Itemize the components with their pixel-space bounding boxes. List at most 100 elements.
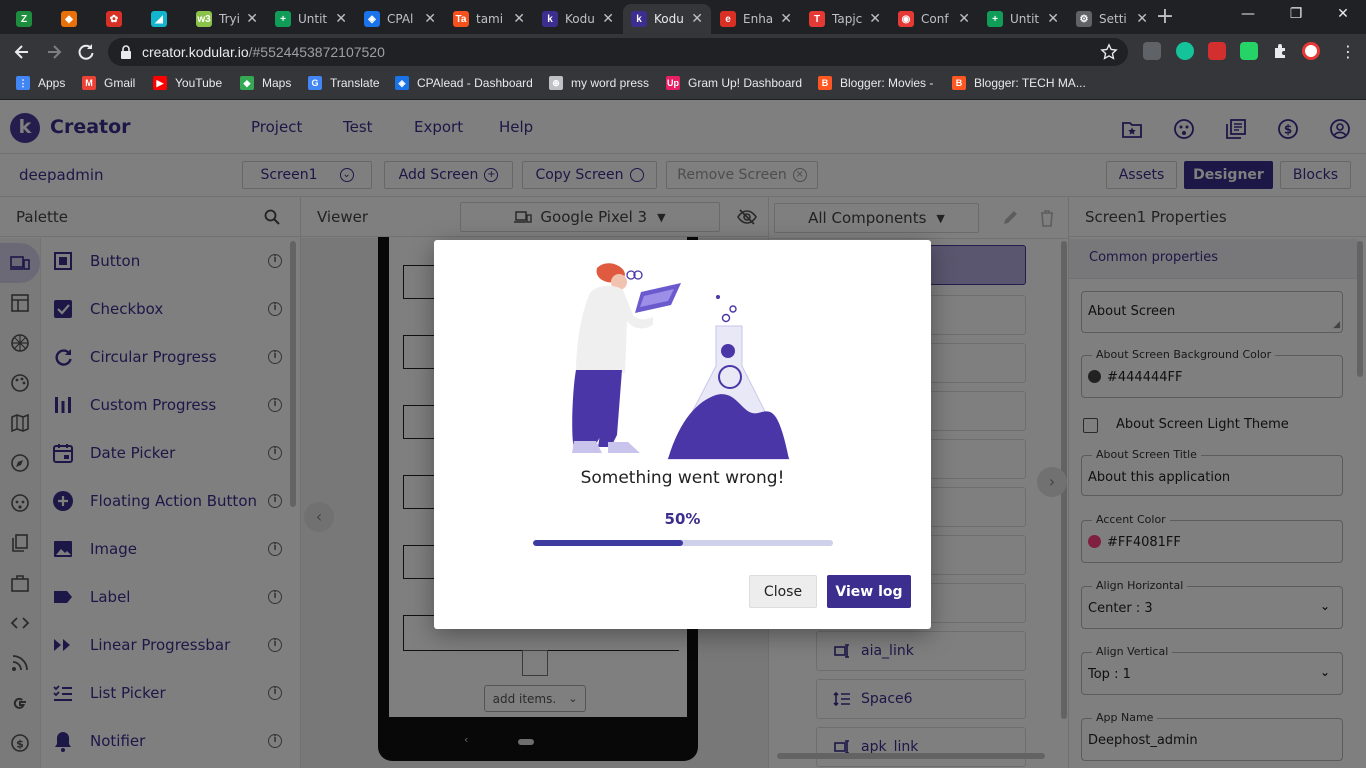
maximize-button[interactable]: ❐ (1286, 6, 1306, 22)
tab-favicon-icon: ⚙ (1076, 11, 1092, 27)
dialog-progress-fill (533, 540, 683, 546)
bookmark-icon: ▶ (153, 76, 167, 90)
tab-item[interactable]: ◆ (53, 4, 97, 34)
bookmark-star-icon[interactable] (1100, 43, 1118, 61)
url-text: creator.kodular.io/#5524453872107520 (142, 44, 385, 60)
back-icon[interactable] (12, 42, 32, 62)
bookmark-icon: M (82, 76, 96, 90)
bookmark-item[interactable]: ▶ YouTube (153, 76, 222, 90)
tab-favicon-icon: e (720, 11, 736, 27)
bookmark-icon: ⊕ (549, 76, 563, 90)
tab-favicon-icon: Z (16, 11, 32, 27)
whatsapp-extension-icon[interactable] (1240, 42, 1258, 60)
tab-item[interactable]: e Enha ✕ (712, 4, 800, 34)
tab-label: Untit (298, 12, 328, 26)
tab-favicon-icon: k (542, 11, 558, 27)
tab-label: Kodu (654, 12, 684, 26)
lock-icon (121, 45, 131, 59)
tab-close-icon[interactable]: ✕ (246, 11, 258, 27)
scientist-illustration (572, 263, 790, 460)
bookmark-label: Gram Up! Dashboard (688, 76, 803, 90)
tab-close-icon[interactable]: ✕ (869, 11, 881, 27)
tab-item[interactable]: k Kodu ✕ (623, 4, 711, 34)
tab-label: Setti (1099, 12, 1127, 26)
bookmark-icon: ◈ (395, 76, 409, 90)
tab-close-icon[interactable]: ✕ (691, 11, 703, 27)
tab-item[interactable]: ⚙ Setti ✕ (1068, 4, 1156, 34)
tab-label: Tapjc (832, 12, 863, 26)
tab-label: Enha (743, 12, 774, 26)
view-log-button[interactable]: View log (827, 575, 911, 608)
tab-close-icon[interactable]: ✕ (1136, 11, 1148, 27)
tab-favicon-icon: w3 (196, 11, 212, 27)
tab-item[interactable]: w3 Tryit ✕ (188, 4, 266, 34)
tab-label: Kodu (565, 12, 595, 26)
bookmark-item[interactable]: G Translate (308, 76, 380, 90)
url-path: /#5524453872107520 (248, 44, 385, 60)
bookmark-icon: G (308, 76, 322, 90)
browser-menu-icon[interactable]: ⋮ (1340, 42, 1356, 61)
tab-favicon-icon: ✿ (106, 11, 122, 27)
bookmark-item[interactable]: Up Gram Up! Dashboard (666, 76, 802, 90)
bookmark-label: Maps (262, 76, 292, 90)
close-window-button[interactable]: ✕ (1333, 6, 1353, 22)
new-tab-button[interactable]: + (1154, 6, 1176, 28)
bookmark-item[interactable]: ⋮ Apps (16, 76, 65, 90)
bookmark-label: YouTube (175, 76, 223, 90)
extension-icon-1[interactable] (1143, 42, 1161, 60)
bookmark-item[interactable]: ⊕ my word press (549, 76, 649, 90)
url-host: creator.kodular.io (142, 44, 249, 60)
reload-icon[interactable] (76, 42, 96, 62)
error-dialog: Something went wrong! 50% Close View log (434, 240, 931, 629)
tab-item[interactable]: + Untit ✕ (267, 4, 355, 34)
tab-close-icon[interactable]: ✕ (1047, 11, 1059, 27)
close-button[interactable]: Close (749, 575, 817, 608)
forward-icon[interactable] (44, 42, 64, 62)
tab-favicon-icon: + (275, 11, 291, 27)
bookmark-icon: B (952, 76, 966, 90)
bookmark-label: Translate (330, 76, 380, 90)
grammarly-icon[interactable] (1176, 42, 1194, 60)
dialog-progress-percent: 50% (664, 510, 701, 528)
tab-close-icon[interactable]: ✕ (513, 11, 525, 27)
bookmark-item[interactable]: B Blogger: Movies - (818, 76, 933, 90)
address-bar[interactable]: creator.kodular.io/#5524453872107520 (108, 38, 1128, 66)
tab-label: Tryit (219, 12, 240, 26)
browser-tab-strip: Z◆✿◢w3Tryit✕+Untit✕◈CPAl✕Tatami✕kKodu✕kK… (0, 0, 1366, 34)
tab-favicon-icon: ◆ (61, 11, 77, 27)
tab-close-icon[interactable]: ✕ (424, 11, 436, 27)
tab-item[interactable]: + Untit ✕ (979, 4, 1067, 34)
tab-close-icon[interactable]: ✕ (602, 11, 614, 27)
tab-favicon-icon: ◉ (898, 11, 914, 27)
profile-avatar[interactable] (1302, 42, 1320, 60)
bookmark-label: Blogger: Movies - (840, 76, 934, 90)
bookmark-item[interactable]: M Gmail (82, 76, 135, 90)
bookmark-item[interactable]: B Blogger: TECH MA... (952, 76, 1086, 90)
tab-item[interactable]: ◢ (143, 4, 187, 34)
bookmark-icon: B (818, 76, 832, 90)
tab-label: tami (476, 12, 504, 26)
tab-item[interactable]: Z (8, 4, 52, 34)
browser-toolbar: creator.kodular.io/#5524453872107520 ⋮ (0, 34, 1366, 70)
tab-favicon-icon: T (809, 11, 825, 27)
extensions-puzzle-icon[interactable] (1272, 42, 1290, 60)
tab-item[interactable]: ✿ (98, 4, 142, 34)
bookmark-label: my word press (571, 76, 650, 90)
bookmark-label: Blogger: TECH MA... (974, 76, 1086, 90)
tab-item[interactable]: ◉ Conf ✕ (890, 4, 978, 34)
tab-item[interactable]: ◈ CPAl ✕ (356, 4, 444, 34)
tab-close-icon[interactable]: ✕ (780, 11, 792, 27)
bookmark-item[interactable]: ◆ Maps (240, 76, 291, 90)
tab-item[interactable]: T Tapjc ✕ (801, 4, 889, 34)
tab-close-icon[interactable]: ✕ (335, 11, 347, 27)
tab-close-icon[interactable]: ✕ (958, 11, 970, 27)
tab-favicon-icon: ◢ (151, 11, 167, 27)
bookmark-icon: Up (666, 76, 680, 90)
bookmarks-bar: ⋮ Apps M Gmail ▶ YouTube ◆ Maps G Translate ◈ CPAle… (0, 70, 1366, 100)
tab-item[interactable]: k Kodu ✕ (534, 4, 622, 34)
tab-item[interactable]: Ta tami ✕ (445, 4, 533, 34)
bookmark-item[interactable]: ◈ CPAlead - Dashboard (395, 76, 533, 90)
minimize-button[interactable]: — (1238, 6, 1258, 22)
bookmark-label: Apps (38, 76, 66, 90)
shield-extension-icon[interactable] (1208, 42, 1226, 60)
